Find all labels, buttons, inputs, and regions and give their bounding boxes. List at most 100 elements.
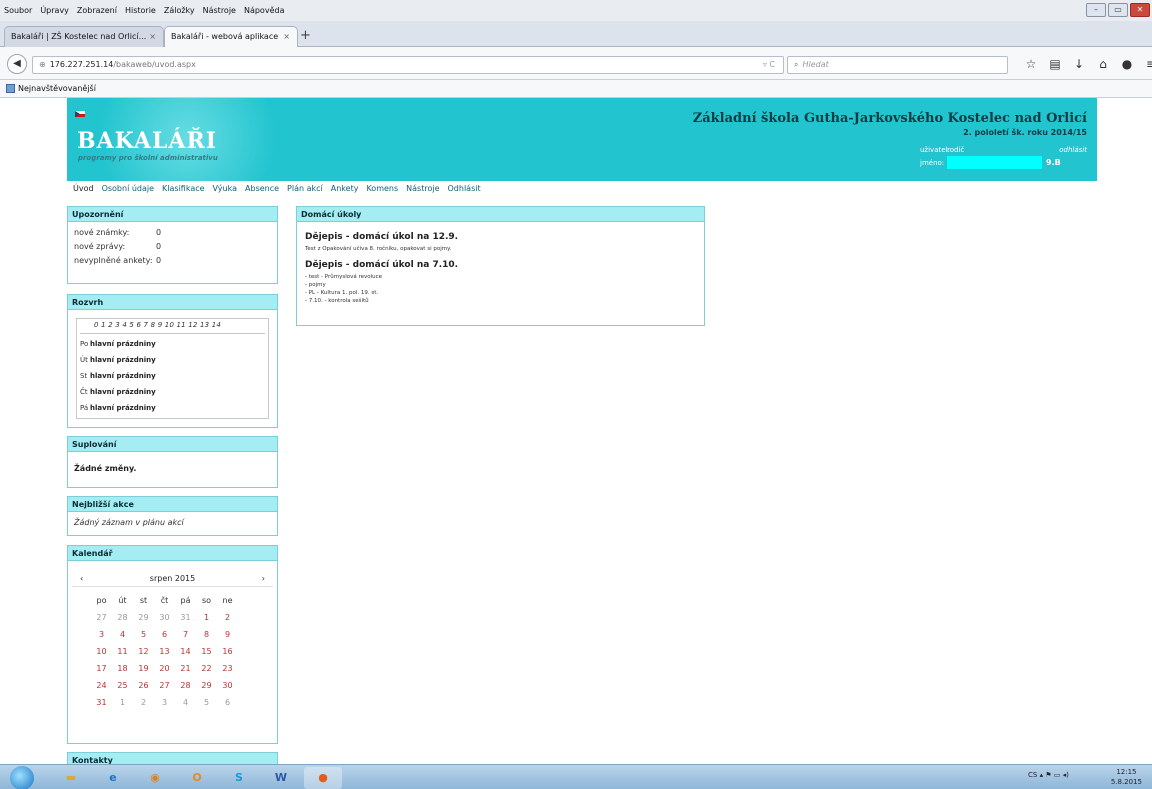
tab-school[interactable]: Bakaláři | ZŠ Kostelec nad Orlicí... × <box>4 26 164 47</box>
calendar-weekday: čt <box>160 596 169 605</box>
nav-item-1[interactable]: Osobní údaje <box>102 184 154 193</box>
calendar-day[interactable]: 25 <box>113 680 132 692</box>
chat-icon[interactable]: ● <box>1116 56 1138 72</box>
homework-item-line: - 7.10. - kontrola sešitů <box>305 298 369 304</box>
calendar-day[interactable]: 6 <box>155 629 174 641</box>
bookmark-star-icon[interactable]: ☆ <box>1020 56 1042 72</box>
clock[interactable]: 12:15 5.8.2015 <box>1111 767 1142 787</box>
calendar-day[interactable]: 8 <box>197 629 216 641</box>
menu-item-2[interactable]: Zobrazení <box>77 6 117 15</box>
minimize-button[interactable]: – <box>1086 3 1106 17</box>
calendar-day[interactable]: 6 <box>218 697 237 709</box>
calendar-day[interactable]: 19 <box>134 663 153 675</box>
clock-time: 12:15 <box>1116 768 1137 776</box>
nav-item-8[interactable]: Nástroje <box>406 184 439 193</box>
bookmarks-list-icon[interactable]: ▤ <box>1044 56 1066 72</box>
calendar-day[interactable]: 30 <box>155 612 174 624</box>
search-input[interactable]: ⌕ Hledat <box>787 56 1008 74</box>
calendar-day[interactable]: 12 <box>134 646 153 658</box>
calendar-day[interactable]: 18 <box>113 663 132 675</box>
calendar-prev-icon[interactable]: ‹ <box>80 574 83 583</box>
menu-item-6[interactable]: Nápověda <box>244 6 285 15</box>
close-tab-icon[interactable]: × <box>283 32 290 41</box>
hamburger-menu-icon[interactable]: ≡ <box>1140 56 1152 72</box>
menu-item-4[interactable]: Záložky <box>164 6 195 15</box>
calendar-day[interactable]: 2 <box>218 612 237 624</box>
tab-label: Bakaláři - webová aplikace <box>171 32 279 41</box>
calendar-day[interactable]: 5 <box>134 629 153 641</box>
calendar-day[interactable]: 31 <box>92 697 111 709</box>
calendar-day[interactable]: 4 <box>113 629 132 641</box>
nav-item-9[interactable]: Odhlásit <box>448 184 481 193</box>
start-button-icon[interactable] <box>10 766 34 789</box>
calendar-day[interactable]: 17 <box>92 663 111 675</box>
maximize-button[interactable]: ▭ <box>1108 3 1128 17</box>
calendar-day[interactable]: 5 <box>197 697 216 709</box>
timetable: 0 1 2 3 4 5 6 7 8 9 10 11 12 13 14 Po hla… <box>76 318 269 419</box>
menu-item-5[interactable]: Nástroje <box>203 6 236 15</box>
calendar-day[interactable]: 1 <box>113 697 132 709</box>
calendar-day[interactable]: 31 <box>176 612 195 624</box>
outlook-icon[interactable]: O <box>178 767 216 789</box>
calendar-day[interactable]: 13 <box>155 646 174 658</box>
menu-item-1[interactable]: Úpravy <box>40 6 69 15</box>
calendar-day[interactable]: 11 <box>113 646 132 658</box>
home-icon[interactable]: ⌂ <box>1092 56 1114 72</box>
nav-item-6[interactable]: Ankety <box>331 184 359 193</box>
calendar-day[interactable]: 2 <box>134 697 153 709</box>
reload-icon[interactable]: ▿ C <box>763 57 775 73</box>
calendar-day[interactable]: 23 <box>218 663 237 675</box>
download-arrow-icon[interactable]: ↓ <box>1068 56 1090 72</box>
calendar-next-icon[interactable]: › <box>262 574 265 583</box>
calendar-day[interactable]: 10 <box>92 646 111 658</box>
nav-item-4[interactable]: Absence <box>245 184 279 193</box>
menu-item-0[interactable]: Soubor <box>4 6 32 15</box>
calendar-day[interactable]: 20 <box>155 663 174 675</box>
calendar-day[interactable]: 28 <box>113 612 132 624</box>
calendar-day[interactable]: 24 <box>92 680 111 692</box>
calendar-day[interactable]: 29 <box>134 612 153 624</box>
nav-item-0[interactable]: Úvod <box>73 184 94 193</box>
close-button[interactable]: ✕ <box>1130 3 1150 17</box>
calendar-day[interactable]: 16 <box>218 646 237 658</box>
url-bar[interactable]: ⊕ 176.227.251.14/bakaweb/uvod.aspx ▿ C <box>32 56 784 74</box>
word-icon[interactable]: W <box>262 767 300 789</box>
explorer-folder-icon[interactable]: ▬ <box>52 767 90 789</box>
calendar-day[interactable]: 21 <box>176 663 195 675</box>
skype-icon[interactable]: S <box>220 767 258 789</box>
nav-item-5[interactable]: Plán akcí <box>287 184 323 193</box>
calendar-day[interactable]: 28 <box>176 680 195 692</box>
firefox-icon[interactable]: ● <box>304 767 342 789</box>
internet-explorer-icon[interactable]: e <box>94 767 132 789</box>
calendar-day[interactable]: 27 <box>155 680 174 692</box>
tab-label: Bakaláři | ZŠ Kostelec nad Orlicí... <box>11 32 147 41</box>
bookmarks-toolbar: Nejnavštěvovanější <box>0 80 1152 98</box>
nav-item-3[interactable]: Výuka <box>213 184 237 193</box>
menu-item-3[interactable]: Historie <box>125 6 156 15</box>
czech-flag-icon[interactable] <box>75 111 85 117</box>
media-player-icon[interactable]: ◉ <box>136 767 174 789</box>
language-indicator[interactable]: CS <box>1028 771 1037 779</box>
close-tab-icon[interactable]: × <box>149 32 156 41</box>
calendar-day[interactable]: 3 <box>155 697 174 709</box>
back-arrow-icon[interactable]: ◀ <box>7 54 27 74</box>
calendar-day[interactable]: 15 <box>197 646 216 658</box>
calendar-day[interactable]: 1 <box>197 612 216 624</box>
calendar-day[interactable]: 29 <box>197 680 216 692</box>
calendar-day[interactable]: 27 <box>92 612 111 624</box>
calendar-day[interactable]: 7 <box>176 629 195 641</box>
nav-item-7[interactable]: Komens <box>366 184 398 193</box>
calendar-day[interactable]: 22 <box>197 663 216 675</box>
calendar-day[interactable]: 3 <box>92 629 111 641</box>
calendar-day[interactable]: 4 <box>176 697 195 709</box>
calendar-day[interactable]: 30 <box>218 680 237 692</box>
homework-title: Domácí úkoly <box>297 207 704 222</box>
calendar-day[interactable]: 26 <box>134 680 153 692</box>
calendar-day[interactable]: 9 <box>218 629 237 641</box>
nav-item-2[interactable]: Klasifikace <box>162 184 205 193</box>
logout-link[interactable]: odhlásit <box>1059 146 1087 154</box>
bookmark-most-visited[interactable]: Nejnavštěvovanější <box>18 84 96 93</box>
calendar-day[interactable]: 14 <box>176 646 195 658</box>
tab-bakalari[interactable]: Bakaláři - webová aplikace × <box>164 26 298 47</box>
new-tab-icon[interactable]: + <box>300 29 311 42</box>
